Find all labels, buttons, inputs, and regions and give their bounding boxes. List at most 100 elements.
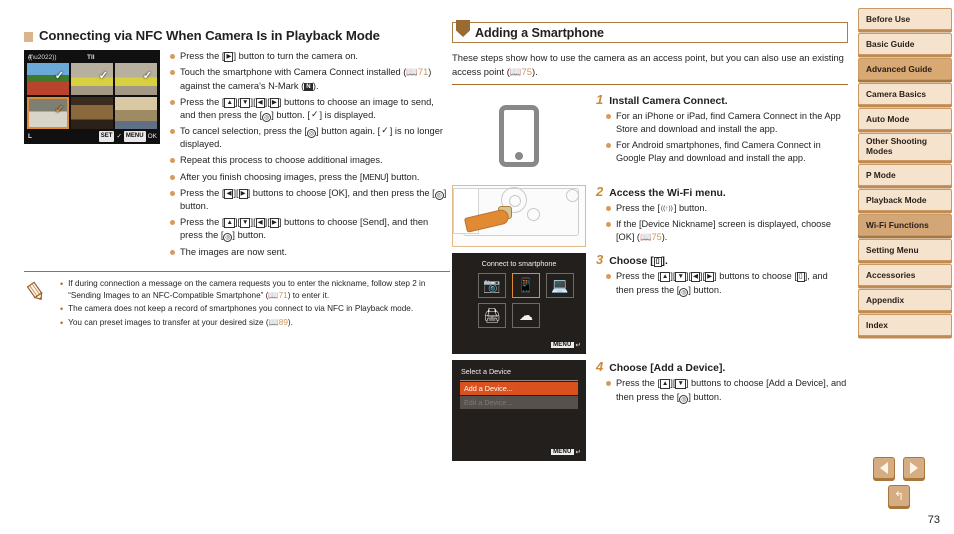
list-item: The images are now sent. [170,246,450,259]
lcd-signal-icon: Tll [87,54,95,62]
step-1-figure [452,93,586,179]
left-heading-text: Connecting via NFC When Camera Is in Pla… [39,28,380,43]
list-item-text: Press the [▲][▼][◀][▶] buttons to choose… [180,96,434,122]
page-number: 73 [927,514,940,526]
step-number: 4 [596,359,604,375]
bullet-icon [170,99,175,105]
list-item-text: If the [Device Nickname] screen is displ… [616,219,831,243]
sidebar-item-accessories[interactable]: Accessories [858,264,952,286]
sidebar-item-advanced-guide[interactable]: Advanced Guide [858,58,952,80]
step-2: 2 Access the Wi-Fi menu. Press the [((↑)… [452,184,848,248]
divider [460,380,578,382]
back-arrow-icon: ↵ [575,449,581,457]
sidebar-item-index[interactable]: Index [858,314,952,336]
step-number: 2 [596,184,604,200]
next-page-button[interactable] [903,457,925,479]
ok-label: OK [147,133,157,141]
menu-badge: MENU [551,342,574,349]
chevron-left-icon [880,462,888,474]
list-item-text: Press the [▶] button to turn the camera … [180,51,358,63]
note-list: • If during connection a message on the … [60,278,450,330]
back-arrow-icon: ↰ [893,489,905,503]
thumbnail-item[interactable]: ✓ [71,63,113,96]
list-item: Press the [▲][▼][◀][▶] buttons to choose… [606,270,848,297]
note-item: • You can preset images to transfer at y… [60,317,450,329]
list-item-text: Press the [▲][▼][◀][▶] buttons to choose… [180,217,429,243]
sidebar-item-label: Other Shooting Modes [866,136,927,156]
main-heading-text: Adding a Smartphone [475,25,604,40]
printer-icon[interactable]: 🖨 [478,303,506,329]
check-glyph-icon: ✓ [116,133,122,141]
camera-lcd-screenshot: ((\u2022)) 4 Tll ✓ ✓ ✓ ✓ L SET ✓ MENU OK [24,50,160,145]
section-marker-icon [24,32,33,42]
thumbnail-item-selected[interactable]: ✓ [27,97,69,130]
list-item: Press the [▲][▼][◀][▶] buttons to choose… [170,96,450,122]
step-number: 3 [596,252,604,268]
screen-title: Select a Device [461,367,511,377]
note-item-text: If during connection a message on the ca… [68,278,426,301]
sidebar-item-basic-guide[interactable]: Basic Guide [858,33,952,55]
step-title: Install Camera Connect. [609,96,728,108]
step-4: Select a Device Add a Device... Edit a D… [452,359,848,462]
manual-page: Connecting via NFC When Camera Is in Pla… [0,0,954,534]
device-icon-grid: 📷 📱 💻 🖨 ☁ [478,273,574,329]
sidebar-item-playback-mode[interactable]: Playback Mode [858,189,952,211]
back-arrow-icon: ↵ [575,342,581,350]
step-number: 1 [596,92,604,108]
sidebar-item-label: Before Use [866,14,911,24]
sidebar-item-other-shooting-modes[interactable]: Other Shooting Modes [858,133,952,161]
left-section-heading: Connecting via NFC When Camera Is in Pla… [24,28,450,43]
bullet-icon [606,114,611,120]
thumbnail-item[interactable] [71,97,113,130]
sidebar-item-wifi-functions[interactable]: Wi-Fi Functions [858,214,952,236]
sidebar-item-label: Advanced Guide [866,64,933,74]
sidebar-item-label: P Mode [866,170,896,180]
sidebar-item-setting-menu[interactable]: Setting Menu [858,239,952,261]
lcd-size-label: L [28,133,32,141]
cloud-icon[interactable]: ☁ [512,303,540,329]
list-item-text: Repeat this process to choose additional… [180,155,383,166]
thumbnail-item[interactable] [115,97,157,130]
sidebar-item-before-use[interactable]: Before Use [858,8,952,30]
step-3: Connect to smartphone 📷 📱 💻 🖨 ☁ MENU ↵ 3… [452,252,848,355]
step-title: Access the Wi-Fi menu. [609,188,726,200]
sidebar-item-label: Setting Menu [866,245,919,255]
step-3-list: Press the [▲][▼][◀][▶] buttons to choose… [596,270,848,297]
smartphone-icon-selected[interactable]: 📱 [512,273,540,299]
previous-page-button[interactable] [873,457,895,479]
camera-back-photo [452,185,586,248]
list-item-text: Press the [▲][▼] buttons to choose [Add … [616,378,847,404]
note-item: • If during connection a message on the … [60,278,450,303]
note-item: • The camera does not keep a record of s… [60,303,450,315]
check-icon: ✓ [54,104,64,117]
list-item: Repeat this process to choose additional… [170,154,450,167]
bullet-icon [170,70,175,76]
lcd-wifi-count: 4 [28,54,32,62]
chevron-right-icon [910,462,918,474]
check-icon: ✓ [142,70,152,83]
sidebar-item-label: Index [866,320,888,330]
check-icon: ✓ [54,70,64,83]
note-bullet-icon: • [60,278,64,289]
list-item-text: Press the [▲][▼][◀][▶] buttons to choose… [616,271,828,297]
step-2-list: Press the [((↑))] button. If the [Device… [596,202,848,244]
thumbnail-item[interactable]: ✓ [115,63,157,96]
sidebar-item-appendix[interactable]: Appendix [858,289,952,311]
sidebar-item-p-mode[interactable]: P Mode [858,164,952,186]
sidebar-item-camera-basics[interactable]: Camera Basics [858,83,952,105]
device-row-add[interactable]: Add a Device... [460,382,578,396]
sidebar-item-label: Playback Mode [866,195,927,205]
sidebar-item-label: Accessories [866,270,916,280]
back-button[interactable]: ↰ [888,485,910,507]
bullet-icon [170,174,175,180]
sidebar-item-auto-mode[interactable]: Auto Mode [858,108,952,130]
check-icon: ✓ [98,70,108,83]
pencil-icon [24,278,52,330]
device-row-edit[interactable]: Edit a Device... [460,396,578,410]
screen-title: Connect to smartphone [481,259,557,269]
step-title: Choose [Add a Device]. [609,363,726,375]
computer-icon[interactable]: 💻 [546,273,574,299]
thumbnail-item[interactable]: ✓ [27,63,69,96]
camera-icon[interactable]: 📷 [478,273,506,299]
bullet-icon [606,206,611,212]
